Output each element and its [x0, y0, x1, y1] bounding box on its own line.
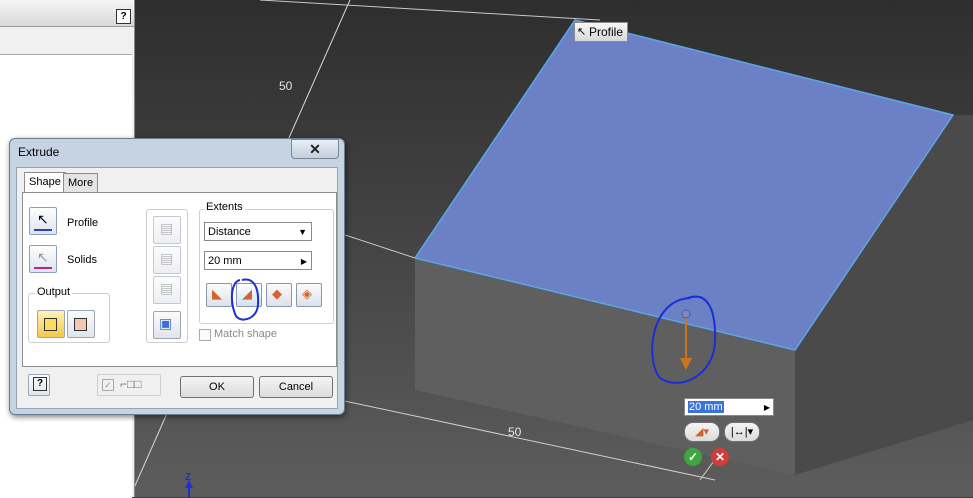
chevron-right-icon: ▶	[763, 403, 770, 412]
shape-tab-page: ↖ Profile ↖ Solids Output ▤ ▤ ▤ ▣ Extent…	[22, 192, 337, 367]
output-label: Output	[35, 286, 73, 298]
direction-icon: ◢▾	[695, 426, 709, 438]
chevron-down-icon: ▼	[298, 227, 307, 237]
join-icon: ▤	[160, 220, 174, 236]
asymmetric-icon: ◈	[302, 286, 312, 301]
ok-check-icon[interactable]: ✓	[684, 448, 702, 466]
extents-icon: |↔|▾	[730, 426, 754, 438]
help-icon[interactable]: ?	[116, 9, 131, 24]
symmetric-icon: ◆	[272, 286, 282, 301]
join-button[interactable]: ▤	[153, 216, 181, 244]
profile-select-button[interactable]: ↖	[29, 207, 57, 235]
dialog-body: Shape More ↖ Profile ↖ Solids Output ▤ ▤…	[16, 167, 338, 409]
annotation-circle	[230, 278, 260, 321]
tab-shape[interactable]: Shape	[24, 172, 66, 193]
chevron-right-icon: ▶	[300, 257, 307, 266]
intersect-button[interactable]: ▤	[153, 276, 181, 304]
cancel-button[interactable]: Cancel	[259, 376, 333, 398]
help-button[interactable]: ?	[28, 374, 50, 396]
profile-label: Profile	[67, 217, 99, 229]
help-icon: ?	[33, 377, 47, 391]
z-axis-label: Z	[185, 472, 192, 483]
profile-tooltip: ↖ Profile	[574, 22, 629, 42]
new-solid-button[interactable]: ▣	[153, 311, 181, 339]
ok-button[interactable]: OK	[180, 376, 254, 398]
distance-input[interactable]: 20 mm ▶	[204, 251, 312, 270]
extents-group: Extents Distance ▼ 20 mm ▶ ◣ ◢ ◆ ◈	[199, 201, 334, 324]
dimension-bottom: 50	[508, 425, 522, 439]
surface-output-button[interactable]	[67, 310, 95, 338]
cursor-icon: ↖	[577, 26, 587, 38]
cursor-icon: ↖	[37, 211, 49, 227]
surface-icon	[74, 318, 87, 331]
solid-icon	[44, 318, 57, 331]
preview-toggle[interactable]: ✓ ⌐□□	[97, 374, 161, 396]
output-group: Output	[28, 286, 110, 343]
match-shape-checkbox[interactable]	[199, 329, 211, 341]
cancel-x-icon[interactable]: ✕	[711, 448, 729, 466]
extents-dropdown[interactable]: Distance ▼	[204, 222, 312, 241]
cut-icon: ▤	[160, 250, 174, 266]
match-shape-label: Match shape	[214, 328, 277, 340]
extrude-handle[interactable]	[681, 309, 691, 319]
solid-output-button[interactable]	[37, 310, 65, 338]
solids-label: Solids	[67, 254, 97, 266]
glasses-icon: ⌐□□	[120, 377, 142, 391]
mini-direction-button[interactable]: ◢▾	[684, 422, 720, 442]
tab-more[interactable]: More	[63, 173, 99, 192]
panel-titlebar: ?	[0, 0, 134, 27]
mini-extents-button[interactable]: |↔|▾	[724, 422, 760, 442]
operation-group: ▤ ▤ ▤ ▣	[146, 209, 188, 343]
close-button[interactable]: ✕	[291, 139, 339, 159]
dialog-title: Extrude	[18, 145, 60, 159]
direction-icon: ◣	[212, 286, 222, 301]
cursor-icon: ↖	[37, 249, 49, 265]
dimension-top: 50	[279, 79, 293, 93]
extents-label: Extents	[204, 201, 245, 213]
extrude-dialog: Extrude ✕ Shape More ↖ Profile ↖ Solids …	[9, 138, 345, 415]
new-solid-icon: ▣	[159, 315, 173, 331]
symmetric-button[interactable]: ◆	[266, 283, 292, 307]
solids-select-button[interactable]: ↖	[29, 245, 57, 273]
construction-line	[259, 0, 601, 21]
intersect-icon: ▤	[160, 280, 174, 296]
cut-button[interactable]: ▤	[153, 246, 181, 274]
preview-checkbox[interactable]: ✓	[102, 379, 114, 391]
mini-distance-input[interactable]: 20 mm ▶	[684, 398, 774, 416]
asymmetric-button[interactable]: ◈	[296, 283, 322, 307]
